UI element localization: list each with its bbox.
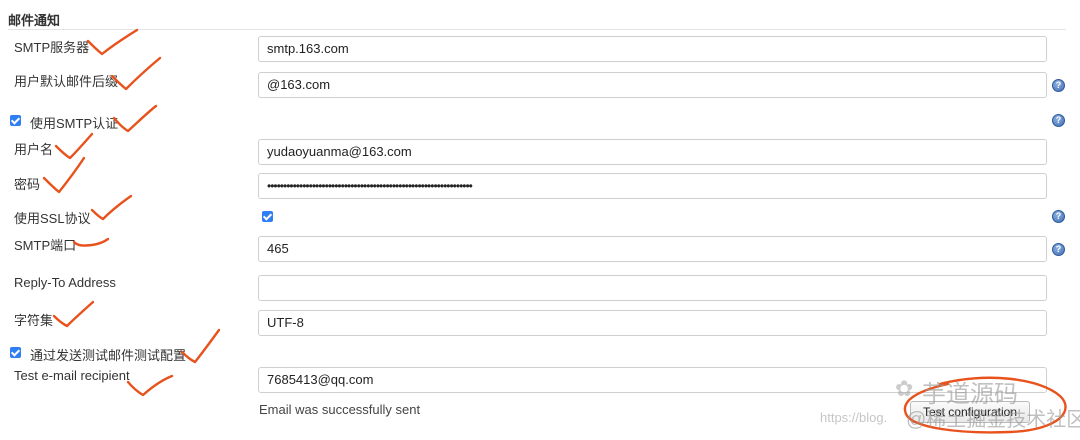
- underline-smtp-port: [72, 237, 110, 247]
- checkmark-default-suffix: [110, 56, 162, 91]
- checkmark-smtp-server: [86, 28, 139, 56]
- watermark-url: https://blog.: [820, 410, 888, 425]
- checkmark-username: [54, 132, 94, 160]
- checkmark-ssl: [90, 194, 133, 221]
- checkmark-charset: [52, 300, 95, 328]
- watermark-icon: ✿: [895, 376, 914, 401]
- checkmark-password: [42, 156, 86, 194]
- checkmark-smtp-auth: [112, 104, 158, 133]
- checkmark-test-recipient: [126, 374, 174, 397]
- watermark-community: @稀土掘金技术社区: [906, 409, 1080, 431]
- checkmark-test-config: [180, 328, 221, 364]
- annotation-marks: [42, 28, 1067, 434]
